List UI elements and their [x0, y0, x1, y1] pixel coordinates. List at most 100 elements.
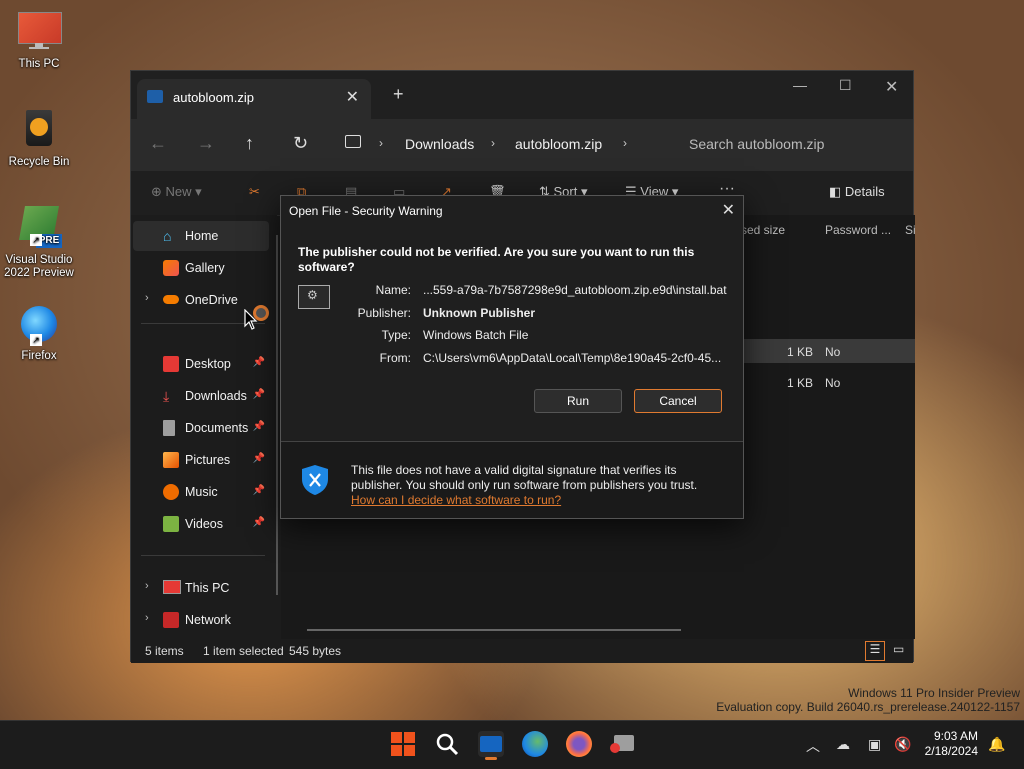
visual-studio-icon: PRE ↗ [18, 204, 62, 248]
tiles-view-button[interactable]: ▭ [893, 642, 904, 656]
chevron-up-icon[interactable]: ︿ [806, 736, 820, 756]
maximize-button[interactable]: ☐ [839, 77, 852, 94]
tab-title: autobloom.zip [173, 90, 254, 105]
monitor-icon [18, 12, 62, 54]
dialog-question: The publisher could not be verified. Are… [298, 245, 695, 274]
minimize-button[interactable]: — [793, 77, 807, 93]
breadcrumb-autobloom[interactable]: autobloom.zip [515, 136, 602, 152]
up-button[interactable]: ↑ [245, 133, 254, 154]
sidebar-item-network[interactable]: › Network [133, 605, 269, 635]
clock[interactable]: 9:03 AM 2/18/2024 [925, 729, 978, 759]
horizontal-scrollbar[interactable] [307, 629, 681, 631]
close-tab-icon[interactable]: ✕ [346, 87, 359, 107]
recycle-bin-icon [18, 110, 60, 152]
breadcrumb-downloads[interactable]: Downloads [405, 136, 474, 152]
search-input[interactable]: Search autobloom.zip [689, 136, 824, 152]
dialog-title: Open File - Security Warning [289, 204, 443, 218]
pin-icon: 📌 [252, 421, 265, 432]
desktop-folder-icon [163, 356, 179, 372]
column-header-compressed-size[interactable]: sed size [741, 223, 785, 237]
start-button[interactable] [390, 731, 416, 757]
dialog-close-button[interactable]: ✕ [722, 200, 735, 220]
network-icon [163, 612, 179, 628]
security-warning-dialog: Open File - Security Warning ✕ The publi… [280, 195, 744, 519]
status-selected: 1 item selected [203, 644, 284, 658]
pin-icon: 📌 [252, 517, 265, 528]
tab-bar: autobloom.zip ✕ + — ☐ ✕ [131, 71, 913, 119]
notification-bell-icon[interactable]: 🔔 [988, 736, 1005, 753]
new-tab-button[interactable]: + [393, 84, 404, 105]
forward-button[interactable]: → [197, 133, 215, 154]
pin-icon: 📌 [252, 453, 265, 464]
sidebar-item-documents[interactable]: Documents 📌 [133, 413, 269, 443]
app-taskbar-icon[interactable] [610, 731, 636, 757]
pin-icon: 📌 [252, 357, 265, 368]
status-bytes: 545 bytes [289, 644, 342, 658]
tab-autobloom[interactable]: autobloom.zip ✕ [137, 79, 371, 119]
sidebar-item-this-pc[interactable]: › This PC [133, 573, 269, 603]
chevron-right-icon[interactable]: › [145, 292, 149, 304]
dialog-warning-footer: This file does not have a valid digital … [281, 442, 743, 518]
chevron-right-icon[interactable]: › [145, 612, 149, 624]
publisher-value: Unknown Publisher [423, 306, 536, 320]
details-view-button[interactable]: ☰ [865, 641, 885, 661]
status-item-count: 5 items [145, 644, 184, 658]
name-value: ...559-a79a-7b7587298e9d_autobloom.zip.e… [423, 283, 727, 297]
address-bar: ← → ↑ ↻ › Downloads › autobloom.zip › Se… [131, 119, 913, 171]
back-button[interactable]: ← [149, 133, 167, 154]
chevron-right-icon: › [491, 136, 495, 150]
new-button[interactable]: ⊕ New ▾ [151, 184, 202, 200]
type-label: Type: [381, 328, 411, 342]
desktop-icon-firefox[interactable]: ↗ Firefox [1, 304, 77, 363]
run-button[interactable]: Run [534, 389, 622, 413]
desktop-icon-label: Firefox [21, 350, 57, 362]
from-value: C:\Users\vm6\AppData\Local\Temp\8e190a45… [423, 351, 722, 365]
volume-muted-icon[interactable]: 🔇 [894, 736, 911, 753]
sidebar-item-desktop[interactable]: Desktop 📌 [133, 349, 269, 379]
sidebar-item-home[interactable]: ⌂ Home [133, 221, 269, 251]
desktop-icon-recycle-bin[interactable]: Recycle Bin [1, 110, 77, 169]
divider [141, 555, 265, 556]
column-header-size[interactable]: Si [905, 223, 916, 237]
search-box[interactable]: Search autobloom.zip [675, 127, 915, 161]
edge-icon[interactable] [522, 731, 548, 757]
document-icon [163, 420, 175, 436]
sidebar-item-gallery[interactable]: Gallery [133, 253, 269, 283]
details-button[interactable]: ◧ Details [829, 184, 885, 200]
desktop-icon-this-pc[interactable]: This PC [1, 12, 77, 71]
close-window-button[interactable]: ✕ [885, 77, 898, 97]
sidebar-item-videos[interactable]: Videos 📌 [133, 509, 269, 539]
busy-spinner-icon [253, 305, 269, 321]
sidebar-scrollbar[interactable] [276, 235, 278, 595]
evaluation-watermark: Windows 11 Pro Insider Preview Evaluatio… [716, 686, 1020, 714]
breadcrumb[interactable]: › Downloads › autobloom.zip › [331, 127, 637, 161]
type-value: Windows Batch File [423, 328, 529, 342]
chevron-right-icon: › [379, 136, 383, 150]
cloud-icon [163, 295, 179, 304]
network-status-icon[interactable]: ▣ [868, 736, 881, 753]
column-header-password[interactable]: Password ... [825, 223, 891, 237]
firefox-taskbar-icon[interactable] [566, 731, 592, 757]
file-explorer-taskbar-icon[interactable] [478, 731, 504, 760]
from-label: From: [379, 351, 411, 365]
home-icon: ⌂ [163, 228, 172, 244]
zip-folder-icon [147, 90, 163, 103]
cut-icon[interactable]: ✂ [249, 184, 260, 200]
desktop-icon-visual-studio[interactable]: PRE ↗ Visual Studio 2022 Preview [1, 204, 77, 280]
firefox-icon: ↗ [18, 304, 60, 346]
sidebar-item-music[interactable]: Music 📌 [133, 477, 269, 507]
help-link[interactable]: How can I decide what software to run? [351, 493, 561, 507]
desktop-icon-label: This PC [18, 58, 60, 70]
navigation-pane: ⌂ Home Gallery › OneDrive Desktop 📌 ⤓ Do… [131, 215, 278, 639]
sidebar-item-pictures[interactable]: Pictures 📌 [133, 445, 269, 475]
cloud-offline-icon[interactable]: ☁ [836, 736, 850, 753]
cancel-button[interactable]: Cancel [634, 389, 722, 413]
name-label: Name: [375, 283, 411, 297]
pin-icon: 📌 [252, 485, 265, 496]
chevron-right-icon[interactable]: › [145, 580, 149, 592]
computer-icon [345, 135, 361, 148]
sidebar-item-downloads[interactable]: ⤓ Downloads 📌 [133, 381, 269, 411]
refresh-button[interactable]: ↻ [293, 133, 308, 154]
search-icon[interactable] [434, 731, 460, 757]
status-bar: 5 items 1 item selected 545 bytes ☰ ▭ [131, 639, 913, 663]
